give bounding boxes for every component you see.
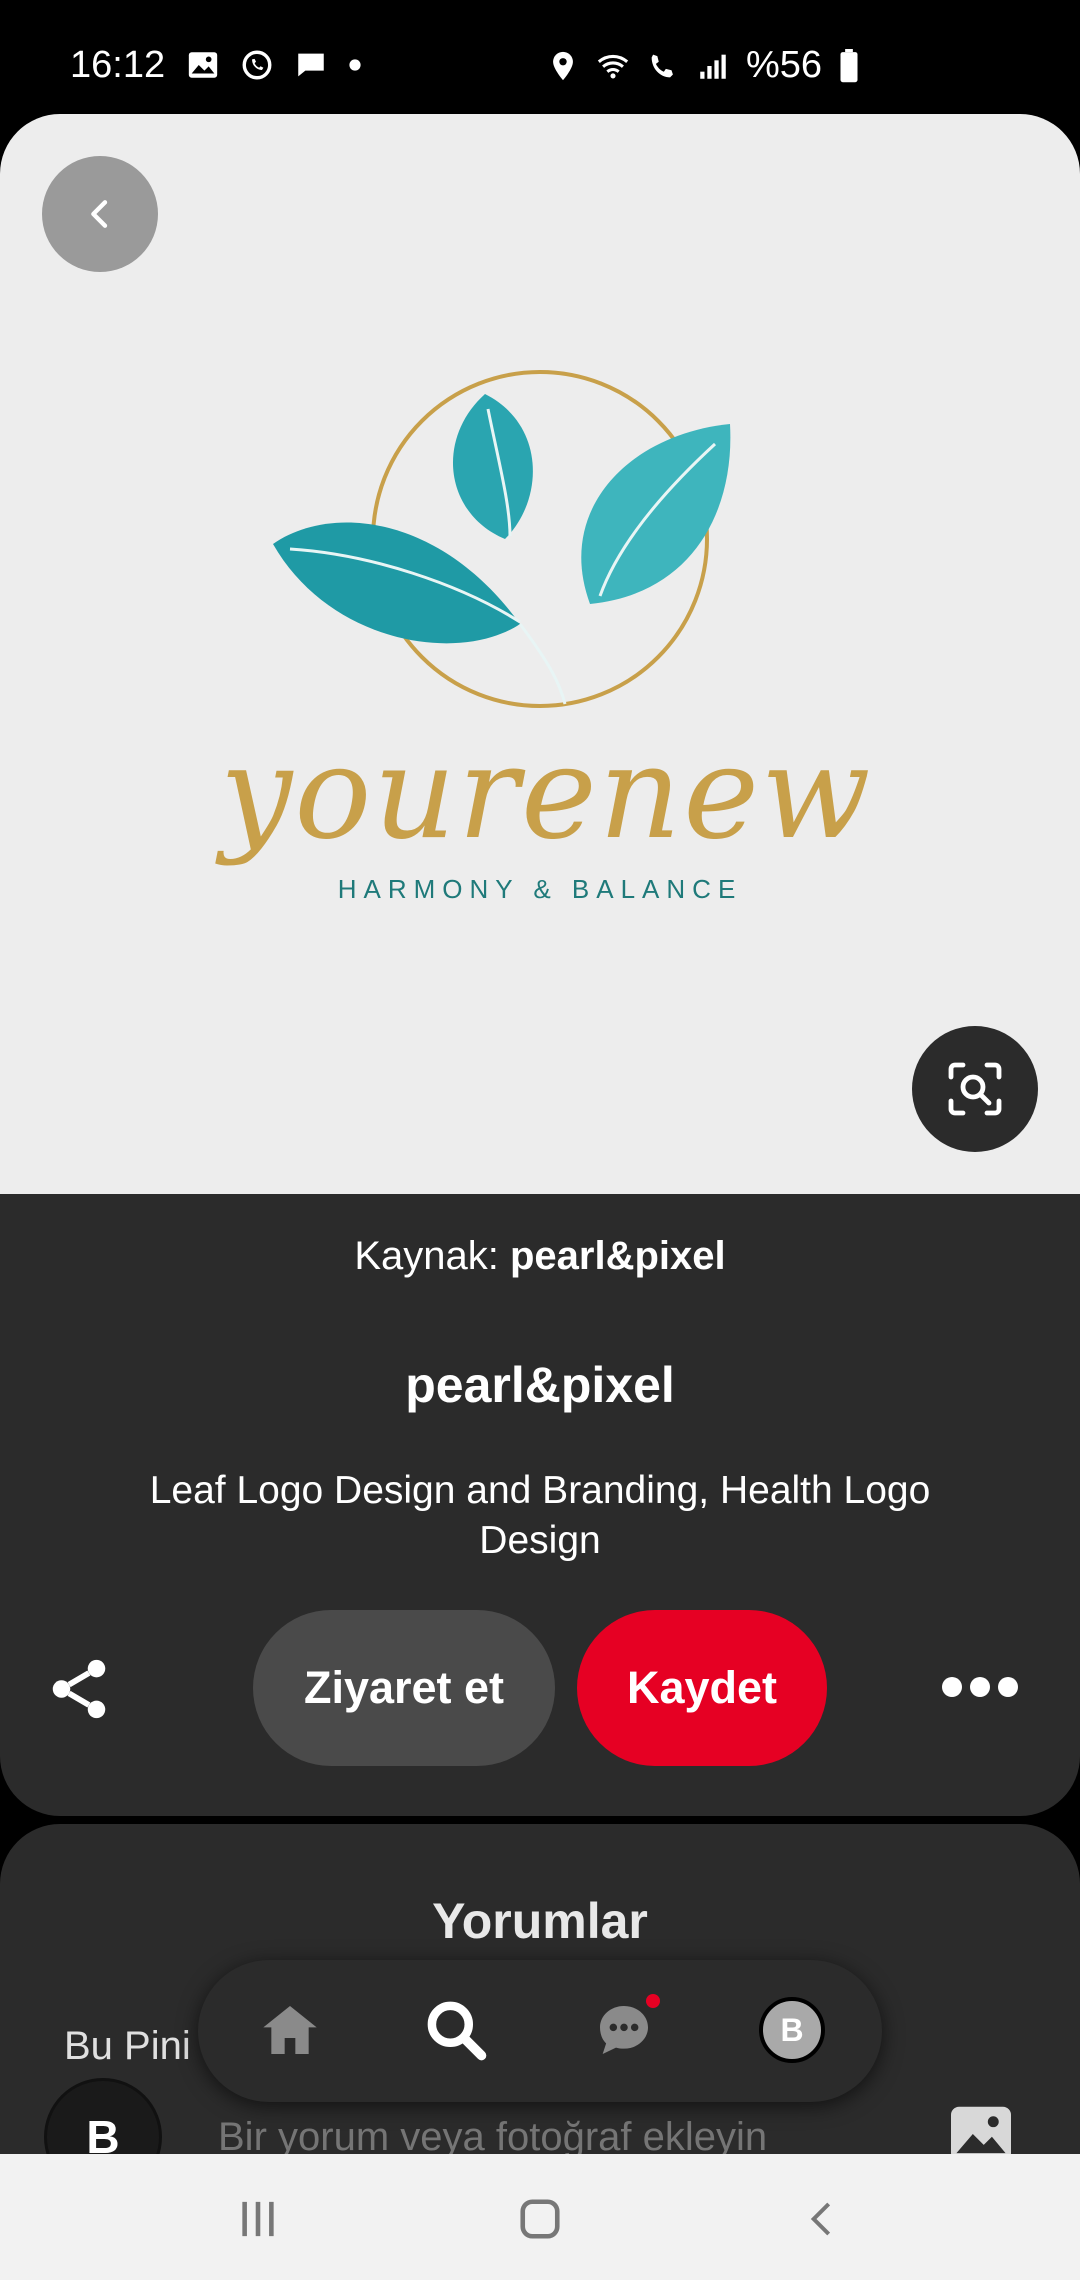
visual-search-button[interactable] (912, 1026, 1038, 1152)
source-prefix: Kaynak: (354, 1234, 510, 1278)
comments-subtitle: Bu Pini (64, 2024, 191, 2068)
comments-title: Yorumlar (432, 1893, 648, 1949)
pin-author[interactable]: pearl&pixel (0, 1356, 1080, 1414)
save-button[interactable]: Kaydet (577, 1610, 827, 1766)
dot-icon (349, 59, 361, 71)
source-name[interactable]: pearl&pixel (510, 1234, 726, 1278)
leaf-emblem-icon (273, 370, 731, 708)
pin-info-panel: Kaynak: pearl&pixel pearl&pixel Leaf Log… (0, 1194, 1080, 1816)
profile-avatar: B (759, 1997, 825, 2063)
bottom-nav: B (198, 1960, 882, 2102)
nav-profile[interactable]: B (750, 1988, 834, 2072)
lens-search-icon (948, 1062, 1002, 1116)
nav-home[interactable] (248, 1988, 332, 2072)
brand-tagline: HARMONY & BALANCE (337, 874, 743, 904)
messages-icon (600, 2006, 648, 2054)
pin-image: yourenew HARMONY & BALANCE (0, 114, 1080, 1194)
system-nav-bar (0, 2154, 1080, 2280)
search-icon (427, 2001, 487, 2061)
home-outline-icon (520, 2199, 560, 2239)
visit-button[interactable]: Ziyaret et (253, 1610, 555, 1766)
wifi-icon (597, 54, 629, 78)
whatsapp-icon (242, 50, 272, 80)
back-arrow-icon (810, 2202, 831, 2236)
message-icon (298, 53, 324, 77)
battery-icon (840, 48, 858, 82)
gallery-icon (188, 52, 218, 78)
notification-dot (646, 1994, 660, 2008)
brand-name: yourenew (220, 719, 873, 868)
nav-messages[interactable] (582, 1988, 666, 2072)
status-right-icons: %56 (546, 44, 860, 87)
source-line[interactable]: Kaynak: pearl&pixel (0, 1234, 1080, 1279)
home-button[interactable] (510, 2194, 570, 2244)
recent-apps-icon (242, 2201, 274, 2237)
wifi-call-icon (651, 54, 673, 77)
system-back-button[interactable] (792, 2194, 852, 2244)
chevron-left-icon (91, 200, 108, 228)
share-icon[interactable] (44, 1654, 114, 1724)
status-left-icons (186, 48, 362, 82)
pin-description: Leaf Logo Design and Branding, Health Lo… (149, 1469, 931, 1562)
location-icon (553, 51, 573, 80)
status-bar: 16:12 %56 (0, 0, 1080, 120)
status-time: 16:12 (70, 44, 166, 86)
brand-logo: yourenew HARMONY & BALANCE (220, 364, 873, 964)
signal-icon (700, 54, 726, 79)
more-options-icon[interactable] (940, 1662, 1020, 1712)
recent-apps-button[interactable] (228, 2194, 288, 2244)
back-button[interactable] (42, 156, 158, 272)
home-icon (263, 2006, 317, 2054)
nav-search[interactable] (414, 1988, 498, 2072)
battery-percent: %56 (745, 44, 822, 86)
